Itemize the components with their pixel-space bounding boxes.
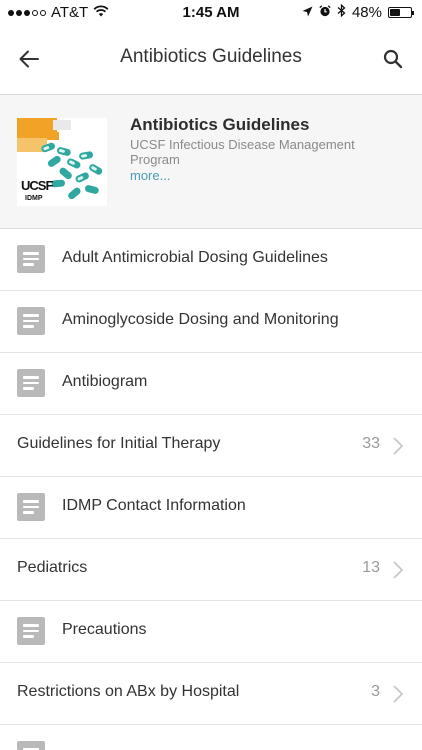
idmp-logo-text: IDMP	[25, 195, 43, 202]
navigation-bar: Antibiotics Guidelines	[0, 24, 422, 95]
item-count-badge: 13	[362, 559, 380, 576]
page-title: Antibiotics Guidelines	[120, 46, 302, 67]
chevron-right-icon	[393, 685, 404, 703]
document-icon	[17, 493, 45, 521]
document-icon	[17, 307, 45, 335]
more-link[interactable]: more...	[130, 168, 170, 183]
list-item-folder[interactable]: Restrictions on ABx by Hospital 3	[0, 663, 422, 725]
status-bar: AT&T 1:45 AM 48%	[0, 0, 422, 24]
battery-icon	[388, 7, 414, 18]
list-item-label: Antibiogram	[62, 373, 148, 390]
item-count-badge: 33	[362, 435, 380, 452]
back-button[interactable]	[14, 44, 44, 74]
list-item[interactable]: Antibiogram	[0, 353, 422, 415]
list-item[interactable]	[0, 725, 422, 750]
search-icon	[383, 49, 403, 69]
list-item-folder[interactable]: Pediatrics 13	[0, 539, 422, 601]
chevron-right-icon	[393, 437, 404, 455]
document-icon	[17, 369, 45, 397]
alarm-clock-icon	[319, 4, 331, 21]
document-icon	[17, 617, 45, 645]
list-item[interactable]: Precautions	[0, 601, 422, 663]
list-item-label: Aminoglycoside Dosing and Monitoring	[62, 311, 339, 328]
status-right: 48%	[302, 3, 414, 21]
back-arrow-icon	[19, 50, 39, 68]
header-subtitle: UCSF Infectious Disease Management Progr…	[130, 137, 355, 167]
guideline-list: Adult Antimicrobial Dosing Guidelines Am…	[0, 229, 422, 750]
search-button[interactable]	[378, 44, 408, 74]
list-item[interactable]: IDMP Contact Information	[0, 477, 422, 539]
chevron-right-icon	[393, 561, 404, 579]
bluetooth-icon	[337, 3, 346, 21]
list-item-label: IDMP Contact Information	[62, 497, 246, 514]
list-item-label: Restrictions on ABx by Hospital	[17, 683, 240, 700]
document-icon	[17, 741, 45, 750]
battery-level-fill	[390, 9, 400, 16]
document-icon	[17, 245, 45, 273]
list-item-label: Adult Antimicrobial Dosing Guidelines	[62, 249, 328, 266]
item-count-badge: 3	[371, 683, 380, 700]
list-item[interactable]: Adult Antimicrobial Dosing Guidelines	[0, 229, 422, 291]
header-title: Antibiotics Guidelines	[130, 115, 310, 134]
list-item-label: Pediatrics	[17, 559, 88, 576]
location-arrow-icon	[302, 4, 313, 21]
ucsf-logo-text: UCSF	[21, 178, 53, 193]
pills-logo-image: UCSF IDMP	[17, 118, 107, 206]
app-screen: AT&T 1:45 AM 48% Antibiotics Guidelines …	[0, 0, 422, 750]
list-item-folder[interactable]: Guidelines for Initial Therapy 33	[0, 415, 422, 477]
list-item-label: Precautions	[62, 621, 147, 638]
list-item[interactable]: Aminoglycoside Dosing and Monitoring	[0, 291, 422, 353]
battery-percent: 48%	[351, 4, 382, 21]
list-item-label: Guidelines for Initial Therapy	[17, 435, 221, 452]
